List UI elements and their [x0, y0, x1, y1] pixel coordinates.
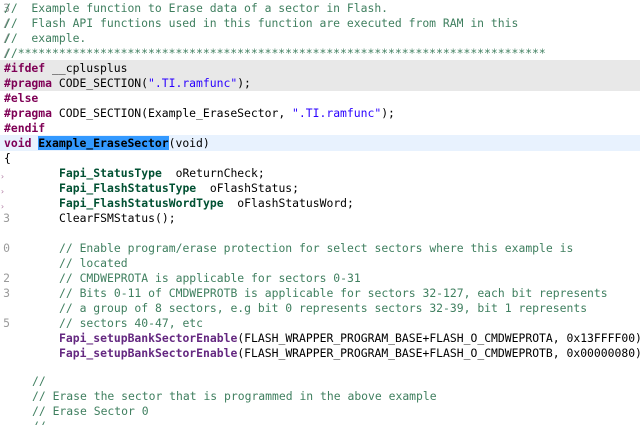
code-line[interactable]: 3 // Bits 0-11 of CMDWEPROTB is applicab… — [0, 285, 640, 301]
code-line[interactable]: Fapi_setupBankSectorEnable(FLASH_WRAPPER… — [0, 345, 640, 361]
comment-text: // CMDWEPROTA is applicable for sectors … — [59, 271, 361, 285]
code-content: Fapi_StatusType oReturnCheck; — [59, 165, 265, 181]
preprocessor-keyword: #pragma — [4, 106, 53, 120]
comment-text: // Example function to Erase data of a s… — [4, 1, 389, 15]
code-content: #pragma CODE_SECTION(".TI.ramfunc"); — [4, 75, 251, 91]
code-line[interactable]: // Erase Sector 0 — [0, 403, 640, 419]
code-line[interactable]: 3 ClearFSMStatus(); — [0, 210, 640, 226]
code-content: Fapi_FlashStatusType oFlashStatus; — [59, 180, 299, 196]
code-text: __cplusplus — [45, 61, 128, 75]
code-editor[interactable]: 3 // Example function to Erase data of a… — [0, 0, 640, 425]
code-line[interactable]: // Erase the sector that is programmed i… — [0, 388, 640, 404]
comment-text: // Bits 0-11 of CMDWEPROTB is applicable… — [59, 286, 608, 300]
string-literal: ".TI.ramfunc" — [292, 106, 382, 120]
comment-text: // Erase Sector 0 — [32, 404, 149, 418]
preprocessor-keyword: #endif — [4, 121, 46, 135]
type-name: Fapi_FlashStatusType — [59, 181, 197, 195]
code-text: (FLASH_WRAPPER_PROGRAM_BASE+FLASH_O_CMDW… — [237, 346, 640, 360]
type-name: Fapi_StatusType — [59, 166, 162, 180]
preprocessor-keyword: #else — [4, 91, 39, 105]
function-call: Fapi_setupBankSectorEnable — [59, 331, 238, 345]
code-line[interactable]: › Fapi_FlashStatusWordType oFlashStatusW… — [0, 195, 640, 211]
code-line-else[interactable]: #else — [0, 90, 640, 106]
comment-text: // Enable program/erase protection for s… — [59, 241, 574, 255]
code-line[interactable]: / // example. — [0, 30, 640, 46]
preprocessor-keyword: #ifdef — [4, 61, 46, 75]
code-text: ); — [237, 76, 251, 90]
line-number: 3 — [3, 211, 10, 225]
comment-text: // Erase the sector that is programmed i… — [32, 389, 437, 403]
code-line-endif[interactable]: #endif — [0, 120, 640, 136]
selected-function-name[interactable]: Example_EraseSector — [38, 136, 169, 150]
code-content: Fapi_setupBankSectorEnable(FLASH_WRAPPER… — [59, 345, 640, 361]
code-line[interactable]: › Fapi_StatusType oReturnCheck; — [0, 165, 640, 181]
string-literal: ".TI.ramfunc" — [148, 76, 238, 90]
comment-text: // — [32, 418, 46, 425]
code-line[interactable]: // — [0, 418, 640, 425]
comment-text: // sectors 40-47, etc — [59, 316, 204, 330]
code-line[interactable]: Fapi_setupBankSectorEnable(FLASH_WRAPPER… — [0, 330, 640, 346]
code-line[interactable]: { — [0, 150, 640, 166]
function-call: Fapi_setupBankSectorEnable — [59, 346, 238, 360]
code-text: oReturnCheck; — [161, 166, 265, 180]
code-line-pragma[interactable]: #pragma CODE_SECTION(Example_EraseSector… — [0, 105, 640, 121]
code-content: #else — [4, 90, 38, 106]
code-line[interactable]: / //************************************… — [0, 45, 640, 61]
code-text: ClearFSMStatus(); — [59, 211, 176, 225]
code-text: oFlashStatus; — [196, 181, 300, 195]
code-content: #endif — [4, 120, 45, 136]
code-line[interactable]: // located — [0, 255, 640, 271]
code-text: CODE_SECTION( — [52, 76, 149, 90]
line-number: 5 — [3, 316, 10, 330]
code-line-function-signature[interactable]: void Example_EraseSector(void) — [0, 135, 640, 151]
code-line[interactable]: // — [0, 373, 640, 389]
code-content: Fapi_setupBankSectorEnable(FLASH_WRAPPER… — [59, 330, 640, 346]
code-text: { — [4, 151, 11, 165]
code-line[interactable]: 5 // sectors 40-47, etc — [0, 315, 640, 331]
code-line[interactable]: 2 // CMDWEPROTA is applicable for sector… — [0, 270, 640, 286]
code-line[interactable]: › Fapi_FlashStatusType oFlashStatus; — [0, 180, 640, 196]
code-text: CODE_SECTION(Example_EraseSector, — [52, 106, 293, 120]
comment-text: // — [32, 374, 46, 388]
code-content: #ifdef __cplusplus — [4, 60, 127, 76]
code-text: oFlashStatusWord; — [223, 196, 354, 210]
code-text: (void) — [168, 136, 210, 150]
comment-text: // a group of 8 sectors, e.g bit 0 repre… — [59, 301, 588, 315]
code-text: ); — [381, 106, 395, 120]
line-number: 3 — [3, 286, 10, 300]
code-text: (FLASH_WRAPPER_PROGRAM_BASE+FLASH_O_CMDW… — [237, 331, 640, 345]
code-line[interactable]: 3 // Example function to Erase data of a… — [0, 0, 640, 16]
preprocessor-keyword: #pragma — [4, 76, 53, 90]
comment-separator: //**************************************… — [4, 46, 546, 60]
code-content: void Example_EraseSector(void) — [4, 135, 210, 151]
comment-text: // Flash API functions used in this func… — [4, 16, 519, 30]
type-name: Fapi_FlashStatusWordType — [59, 196, 224, 210]
line-number: 0 — [3, 241, 10, 255]
code-line[interactable]: / // Flash API functions used in this fu… — [0, 15, 640, 31]
comment-text: // located — [59, 256, 128, 270]
code-content: Fapi_FlashStatusWordType oFlashStatusWor… — [59, 195, 354, 211]
type-keyword: void — [4, 136, 32, 150]
code-line[interactable]: // a group of 8 sectors, e.g bit 0 repre… — [0, 300, 640, 316]
comment-text: // example. — [4, 31, 87, 45]
code-line-empty[interactable] — [0, 225, 640, 241]
code-line-pragma[interactable]: #pragma CODE_SECTION(".TI.ramfunc"); — [0, 75, 640, 91]
code-line-ifdef[interactable]: #ifdef __cplusplus — [0, 60, 640, 76]
code-content: #pragma CODE_SECTION(Example_EraseSector… — [4, 105, 395, 121]
line-number: 2 — [3, 271, 10, 285]
code-line[interactable]: 0 // Enable program/erase protection for… — [0, 240, 640, 256]
